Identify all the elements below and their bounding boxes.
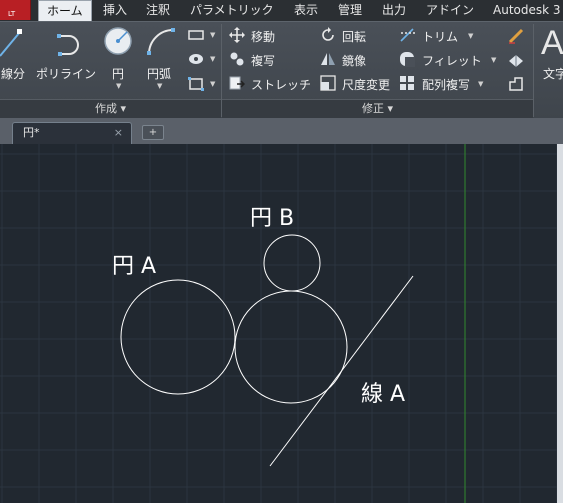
hatch-icon[interactable]	[187, 52, 205, 66]
file-tab-label: 円*	[23, 126, 40, 139]
circle-a[interactable]	[120, 279, 236, 395]
array-icon	[400, 76, 414, 90]
label-circle-a: 円 A	[112, 254, 157, 279]
drawing-canvas[interactable]: 円 B 円 A 線 A	[0, 144, 563, 503]
rotate-label: 回転	[342, 30, 367, 44]
file-tab-active[interactable]: 円* ×	[12, 122, 132, 144]
tab-manage[interactable]: 管理	[334, 0, 366, 21]
array-label: 配列複写	[422, 78, 471, 92]
modify-panel-title[interactable]: 修正 ▾	[222, 99, 533, 119]
draw-panel-title[interactable]: 作成 ▾	[0, 99, 221, 119]
circle-label: 円	[112, 67, 125, 81]
line-icon	[0, 29, 22, 57]
new-tab-button[interactable]: +	[142, 125, 164, 140]
scale-label: 尺度変更	[342, 78, 391, 92]
tab-output[interactable]: 出力	[378, 0, 410, 21]
mirror-label: 鏡像	[342, 54, 367, 68]
application-menu-button[interactable]: LT	[0, 0, 31, 20]
tab-addins[interactable]: アドイン	[422, 0, 478, 21]
line-a[interactable]	[269, 275, 414, 467]
copy-label: 複写	[251, 54, 276, 68]
copy-icon	[230, 52, 244, 66]
label-line-a: 線 A	[361, 382, 406, 407]
boundary-dropdown-arrow-icon[interactable]: ▼	[210, 80, 215, 88]
line-label: 線分	[1, 67, 26, 81]
ribbon-tab-bar: LT ホーム 挿入 注釈 パラメトリック 表示 管理 出力 アドイン Autod…	[0, 0, 563, 22]
app-logo-text: LT	[8, 10, 16, 18]
tab-autodesk360[interactable]: Autodesk 3	[489, 0, 563, 21]
tab-home[interactable]: ホーム	[38, 0, 92, 22]
tab-view[interactable]: 表示	[290, 0, 322, 21]
model-space	[0, 144, 563, 503]
panel-divider	[533, 24, 534, 117]
polyline-icon	[57, 34, 79, 56]
move-icon	[229, 27, 245, 43]
boundary-icon[interactable]	[187, 76, 205, 92]
stretch-label: ストレッチ	[251, 78, 312, 92]
arc-dropdown-arrow-icon[interactable]: ▼	[157, 82, 162, 90]
circle-icon	[104, 27, 132, 55]
vertical-scrollbar[interactable]	[557, 144, 563, 503]
offset-icon[interactable]	[507, 75, 525, 93]
move-label: 移動	[251, 30, 276, 44]
tab-insert[interactable]: 挿入	[99, 0, 131, 21]
rotate-icon	[322, 27, 334, 41]
circle-b[interactable]	[263, 234, 321, 292]
erase-icon[interactable]	[507, 27, 525, 45]
mirror-icon	[321, 53, 335, 65]
fillet-label: フィレット	[422, 54, 482, 68]
ribbon: 線分 ポリライン 円 ▼ 円弧 ▼ ▼ ▼ ▼ 作成 ▾ 移動 回転 トリム ▼…	[0, 21, 563, 119]
hatch-dropdown-arrow-icon[interactable]: ▼	[210, 55, 215, 63]
arc-icon	[147, 28, 175, 55]
label-circle-b: 円 B	[250, 206, 295, 231]
stretch-icon	[229, 76, 245, 90]
arc-label: 円弧	[147, 67, 172, 81]
fillet-icon	[400, 52, 415, 67]
draw-panel-title-text: 作成	[94, 102, 117, 115]
text-icon: A	[541, 24, 563, 62]
circle-dropdown-arrow-icon[interactable]: ▼	[116, 82, 121, 90]
trim-icon	[400, 28, 415, 42]
rectangle-icon[interactable]	[187, 28, 205, 42]
trim-label: トリム	[422, 30, 459, 44]
tab-parametric[interactable]: パラメトリック	[186, 0, 278, 21]
trim-dropdown-arrow-icon[interactable]: ▼	[468, 32, 473, 40]
close-icon[interactable]: ×	[114, 123, 123, 143]
explode-icon[interactable]	[507, 51, 525, 69]
modify-panel-title-text: 修正	[361, 102, 384, 115]
polyline-label: ポリライン	[36, 67, 97, 81]
text-label: 文字	[543, 67, 563, 81]
grid	[0, 144, 563, 503]
fillet-dropdown-arrow-icon[interactable]: ▼	[491, 56, 496, 64]
file-tab-bar: 円* × +	[0, 118, 563, 144]
tab-annotate[interactable]: 注釈	[142, 0, 174, 21]
array-dropdown-arrow-icon[interactable]: ▼	[478, 80, 483, 88]
rectangle-dropdown-arrow-icon[interactable]: ▼	[210, 31, 215, 39]
scale-icon	[320, 75, 336, 91]
